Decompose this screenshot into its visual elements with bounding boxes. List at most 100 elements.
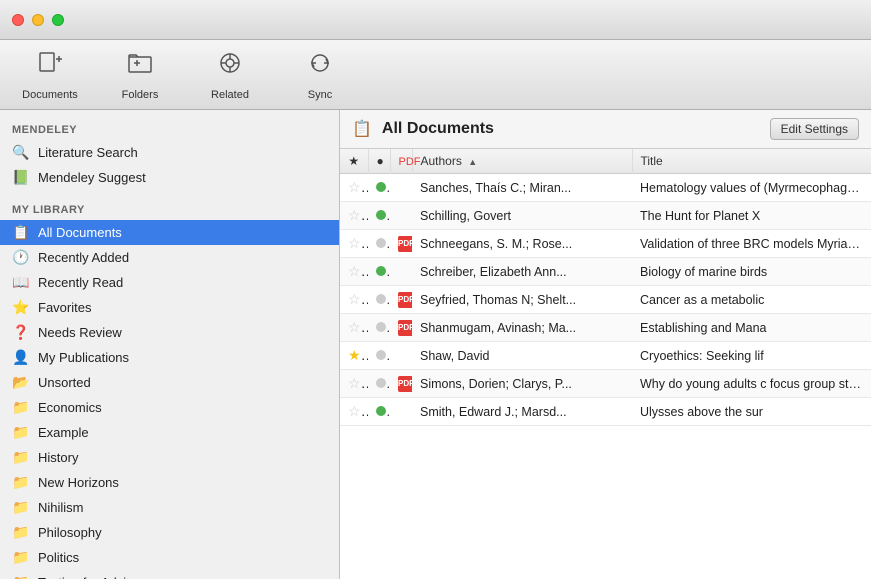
toolbar-sync[interactable]: Sync (290, 49, 350, 101)
star-cell[interactable]: ☆ (340, 286, 368, 314)
title-cell: Ulysses above the sur (632, 398, 871, 426)
sidebar-item-mendeley-suggest[interactable]: 📗 Mendeley Suggest (0, 165, 339, 190)
folder-new-horizons-icon: 📁 (12, 474, 30, 491)
close-button[interactable] (12, 14, 24, 26)
star-cell[interactable]: ☆ (340, 230, 368, 258)
col-header-authors[interactable]: Authors ▲ (412, 149, 632, 174)
authors-cell: Smith, Edward J.; Marsd... (412, 398, 632, 426)
table-row[interactable]: ☆Schilling, GovertThe Hunt for Planet X (340, 202, 871, 230)
all-documents-icon: 📋 (12, 224, 30, 241)
read-cell (368, 286, 390, 314)
documents-label: Documents (22, 89, 78, 101)
folder-history-icon: 📁 (12, 449, 30, 466)
table-row[interactable]: ☆Schreiber, Elizabeth Ann...Biology of m… (340, 258, 871, 286)
sidebar-item-history[interactable]: 📁 History (0, 445, 339, 470)
read-dot-gray (376, 350, 386, 360)
read-header-icon: ● (377, 154, 384, 168)
read-cell (368, 314, 390, 342)
sidebar-item-unsorted[interactable]: 📂 Unsorted (0, 370, 339, 395)
star-empty-icon: ☆ (348, 263, 368, 279)
sidebar-item-all-documents[interactable]: 📋 All Documents (0, 220, 339, 245)
maximize-button[interactable] (52, 14, 64, 26)
unsorted-label: Unsorted (38, 375, 91, 390)
read-cell (368, 258, 390, 286)
authors-cell: Schneegans, S. M.; Rose... (412, 230, 632, 258)
sidebar-item-example[interactable]: 📁 Example (0, 420, 339, 445)
col-header-pdf[interactable]: PDF (390, 149, 412, 174)
sidebar-item-recently-added[interactable]: 🕐 Recently Added (0, 245, 339, 270)
table-row[interactable]: ☆PDFSeyfried, Thomas N; Shelt...Cancer a… (340, 286, 871, 314)
read-cell (368, 202, 390, 230)
sidebar-item-nihilism[interactable]: 📁 Nihilism (0, 495, 339, 520)
needs-review-icon: ❓ (12, 324, 30, 341)
read-dot-green (376, 406, 386, 416)
sync-icon (306, 49, 334, 84)
mendeley-section-header: MENDELEY (0, 118, 339, 140)
authors-cell: Simons, Dorien; Clarys, P... (412, 370, 632, 398)
pdf-cell: PDF (390, 230, 412, 258)
authors-header-label: Authors (421, 154, 462, 168)
minimize-button[interactable] (32, 14, 44, 26)
my-publications-icon: 👤 (12, 349, 30, 366)
sidebar-item-my-publications[interactable]: 👤 My Publications (0, 345, 339, 370)
philosophy-label: Philosophy (38, 525, 102, 540)
col-header-read[interactable]: ● (368, 149, 390, 174)
sidebar-item-politics[interactable]: 📁 Politics (0, 545, 339, 570)
economics-label: Economics (38, 400, 102, 415)
star-cell[interactable]: ☆ (340, 370, 368, 398)
table-row[interactable]: ☆Sanches, Thaís C.; Miran...Hematology v… (340, 174, 871, 202)
example-label: Example (38, 425, 89, 440)
star-cell[interactable]: ☆ (340, 258, 368, 286)
star-cell[interactable]: ☆ (340, 202, 368, 230)
toolbar-documents[interactable]: Documents (20, 49, 80, 101)
sidebar-item-new-horizons[interactable]: 📁 New Horizons (0, 470, 339, 495)
related-icon (216, 49, 244, 84)
read-dot-gray (376, 294, 386, 304)
needs-review-label: Needs Review (38, 325, 122, 340)
sidebar: MENDELEY 🔍 Literature Search 📗 Mendeley … (0, 110, 340, 579)
table-row[interactable]: ★Shaw, DavidCryoethics: Seeking lif (340, 342, 871, 370)
read-cell (368, 174, 390, 202)
star-cell[interactable]: ★ (340, 342, 368, 370)
new-horizons-label: New Horizons (38, 475, 119, 490)
table-row[interactable]: ☆ Smith, Edward J.; Marsd...Ulysses above… (340, 398, 871, 426)
content-area: 📋 All Documents Edit Settings ★ ● PDF (340, 110, 871, 579)
star-empty-icon: ☆ (348, 375, 368, 391)
sidebar-item-literature-search[interactable]: 🔍 Literature Search (0, 140, 339, 165)
toolbar-related[interactable]: Related (200, 49, 260, 101)
edit-settings-button[interactable]: Edit Settings (770, 118, 859, 140)
col-header-star[interactable]: ★ (340, 149, 368, 174)
read-cell (368, 342, 390, 370)
table-row[interactable]: ☆PDFSimons, Dorien; Clarys, P...Why do y… (340, 370, 871, 398)
table-header-row: ★ ● PDF Authors ▲ Title (340, 149, 871, 174)
sidebar-item-economics[interactable]: 📁 Economics (0, 395, 339, 420)
sidebar-item-needs-review[interactable]: ❓ Needs Review (0, 320, 339, 345)
title-cell: Hematology values of (Myrmecophaga trida… (632, 174, 871, 202)
pdf-cell (390, 342, 412, 370)
table-row[interactable]: ☆PDFSchneegans, S. M.; Rose...Validation… (340, 230, 871, 258)
sidebar-item-philosophy[interactable]: 📁 Philosophy (0, 520, 339, 545)
pdf-cell (390, 398, 412, 426)
pdf-cell: PDF (390, 370, 412, 398)
page-title: All Documents (382, 120, 494, 138)
read-dot-green (376, 210, 386, 220)
toolbar-folders[interactable]: Folders (110, 49, 170, 101)
recently-added-icon: 🕐 (12, 249, 30, 266)
authors-cell: Seyfried, Thomas N; Shelt... (412, 286, 632, 314)
sidebar-item-testing-for-advisor[interactable]: 📁 Testing for Advisor (0, 570, 339, 579)
folders-icon (126, 49, 154, 84)
folder-nihilism-icon: 📁 (12, 499, 30, 516)
sync-label: Sync (308, 89, 332, 101)
pdf-cell: PDF (390, 314, 412, 342)
pdf-icon: PDF (398, 236, 412, 252)
star-cell[interactable]: ☆ (340, 398, 368, 426)
star-filled-icon: ★ (348, 347, 368, 363)
col-header-title[interactable]: Title (632, 149, 871, 174)
my-library-section-header: MY LIBRARY (0, 198, 339, 220)
sidebar-item-recently-read[interactable]: 📖 Recently Read (0, 270, 339, 295)
star-cell[interactable]: ☆ (340, 174, 368, 202)
favorites-label: Favorites (38, 300, 91, 315)
table-row[interactable]: ☆PDFShanmugam, Avinash; Ma...Establishin… (340, 314, 871, 342)
star-cell[interactable]: ☆ (340, 314, 368, 342)
sidebar-item-favorites[interactable]: ⭐ Favorites (0, 295, 339, 320)
